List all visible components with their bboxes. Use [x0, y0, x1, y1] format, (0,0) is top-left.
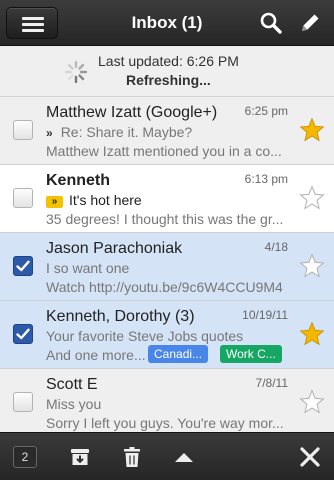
page-title: Inbox (1)	[131, 13, 203, 32]
top-bar: Inbox (1)	[0, 0, 334, 46]
email-date: 7/8/11	[255, 376, 288, 390]
email-sender: Kenneth	[46, 172, 110, 189]
row-checkbox[interactable]	[13, 256, 33, 276]
row-checkbox[interactable]	[13, 392, 33, 412]
email-sender: Jason Parachoniak	[46, 240, 183, 257]
email-date: 10/19/11	[242, 308, 288, 322]
last-updated-text: Last updated: 6:26 PM	[98, 53, 239, 69]
bottom-action-bar: 2	[0, 432, 334, 480]
email-row[interactable]: Jason Parachoniak 4/18 I so want one Wat…	[0, 233, 334, 301]
email-subject: » It's hot here	[46, 192, 142, 208]
email-snippet: Matthew Izatt mentioned you in a co...	[46, 143, 282, 159]
email-date: 6:13 pm	[244, 172, 288, 186]
email-row[interactable]: Matthew Izatt (Google+) 6:25 pm » Re: Sha…	[0, 97, 334, 165]
email-row[interactable]: Kenneth, Dorothy (3) 10/19/11 Your favor…	[0, 301, 334, 369]
email-subject: Your favorite Steve Jobs quotes	[46, 328, 244, 344]
checkmark-icon	[16, 260, 30, 272]
row-checkbox[interactable]	[13, 120, 33, 140]
email-sender: Scott E	[46, 376, 98, 393]
pencil-compose-icon[interactable]	[298, 11, 322, 35]
email-subject: Miss you	[46, 396, 102, 412]
refresh-status: Last updated: 6:26 PM Refreshing...	[0, 46, 334, 97]
email-subject: I so want one	[46, 260, 130, 276]
label-chip[interactable]: Work C...	[220, 345, 282, 363]
email-snippet: Watch http://youtu.be/9c6W4CCU9M4	[46, 279, 283, 295]
importance-marker-icon: »	[46, 126, 53, 140]
email-sender: Kenneth, Dorothy (3)	[46, 308, 195, 325]
star-icon[interactable]	[299, 321, 325, 347]
email-date: 4/18	[264, 240, 288, 254]
refreshing-text: Refreshing...	[126, 72, 211, 88]
email-sender: Matthew Izatt (Google+)	[46, 104, 218, 121]
archive-icon[interactable]	[68, 445, 92, 469]
star-outline-icon[interactable]	[299, 389, 325, 415]
star-outline-icon[interactable]	[299, 185, 325, 211]
email-row[interactable]: Scott E 7/8/11 Miss you Sorry I left you…	[0, 369, 334, 432]
email-subject: » Re: Share it. Maybe?	[46, 124, 193, 140]
star-outline-icon[interactable]	[299, 253, 325, 279]
row-checkbox[interactable]	[13, 188, 33, 208]
up-arrow-icon[interactable]	[172, 445, 196, 469]
email-date: 6:25 pm	[244, 104, 288, 118]
search-icon[interactable]	[259, 11, 283, 35]
checkmark-icon	[16, 328, 30, 340]
selected-count-badge: 2	[13, 446, 37, 468]
email-snippet: Sorry I left you guys. You're way mor...	[46, 415, 284, 431]
email-snippet: And one more...	[46, 347, 146, 363]
star-icon[interactable]	[299, 117, 325, 143]
trash-icon[interactable]	[120, 445, 144, 469]
loading-spinner-icon	[64, 60, 88, 84]
row-checkbox[interactable]	[13, 324, 33, 344]
email-snippet: 35 degrees! I thought this was the gr...	[46, 211, 284, 227]
email-row[interactable]: Kenneth 6:13 pm » It's hot here 35 degree…	[0, 165, 334, 233]
importance-marker-icon: »	[46, 196, 63, 208]
label-chip[interactable]: Canadi...	[148, 345, 209, 363]
close-icon[interactable]	[298, 445, 322, 469]
